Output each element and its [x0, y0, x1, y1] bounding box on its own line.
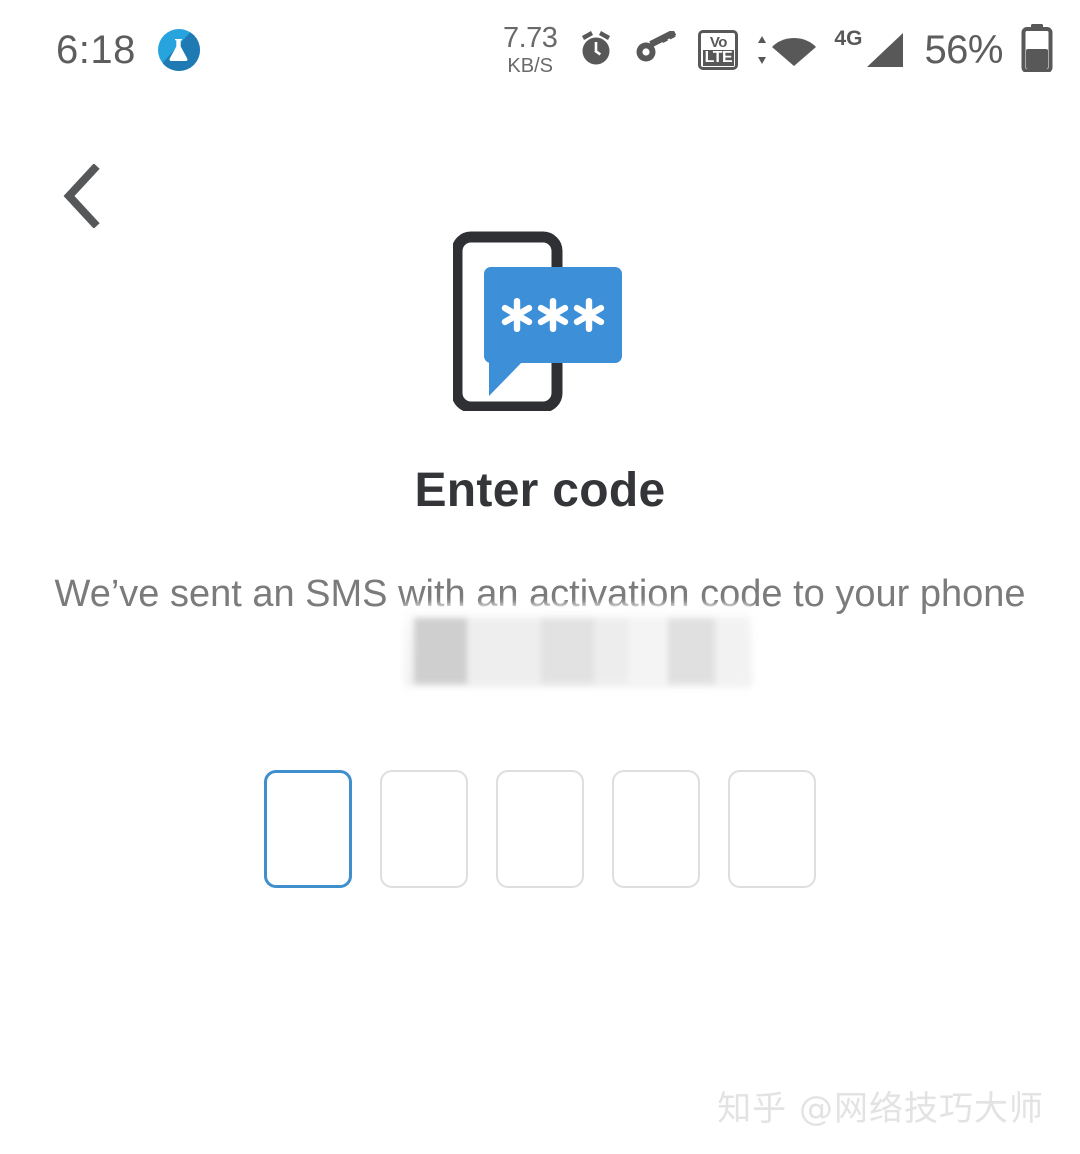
network-speed-unit: KB/S — [507, 55, 553, 77]
key-icon — [635, 28, 681, 70]
cellular-signal-icon: 4G — [834, 27, 907, 71]
status-bar-right: 7.73 KB/S Vo LTE 4G 56% — [502, 22, 1054, 77]
code-digit-box-1[interactable] — [264, 770, 352, 888]
phone-number-redaction-blocks — [414, 618, 748, 684]
status-bar-left: 6:18 — [56, 28, 200, 73]
wifi-icon — [755, 32, 817, 68]
network-speed-value: 7.73 — [502, 22, 558, 54]
battery-icon — [1020, 23, 1054, 77]
sms-code-illustration — [0, 228, 1080, 414]
code-digit-box-2[interactable] — [380, 770, 468, 888]
code-digit-box-3[interactable] — [496, 770, 584, 888]
volte-icon: Vo LTE — [698, 30, 739, 70]
network-speed-indicator: 7.73 KB/S — [502, 22, 558, 77]
volte-bottom-label: LTE — [702, 48, 735, 66]
signal-generation-label: 4G — [834, 27, 863, 50]
battery-percent-label: 56% — [924, 27, 1003, 72]
verification-code-input-row[interactable] — [0, 770, 1080, 888]
status-clock: 6:18 — [56, 27, 136, 72]
watermark: 知乎 @网络技巧大师 — [717, 1089, 1044, 1129]
code-digit-box-4[interactable] — [612, 770, 700, 888]
chevron-left-icon — [63, 164, 100, 228]
page-title: Enter code — [414, 464, 666, 517]
flask-app-icon — [157, 29, 200, 71]
alarm-clock-icon — [574, 26, 618, 75]
volte-top-label: Vo — [709, 33, 728, 51]
status-bar: 6:18 7.73 KB/S Vo LTE 4G 56% — [0, 0, 1080, 100]
asterisk-group — [501, 298, 604, 332]
code-digit-box-5[interactable] — [728, 770, 816, 888]
sms-verification-screen: 6:18 7.73 KB/S Vo LTE 4G 56% Enter code … — [0, 0, 1080, 1154]
